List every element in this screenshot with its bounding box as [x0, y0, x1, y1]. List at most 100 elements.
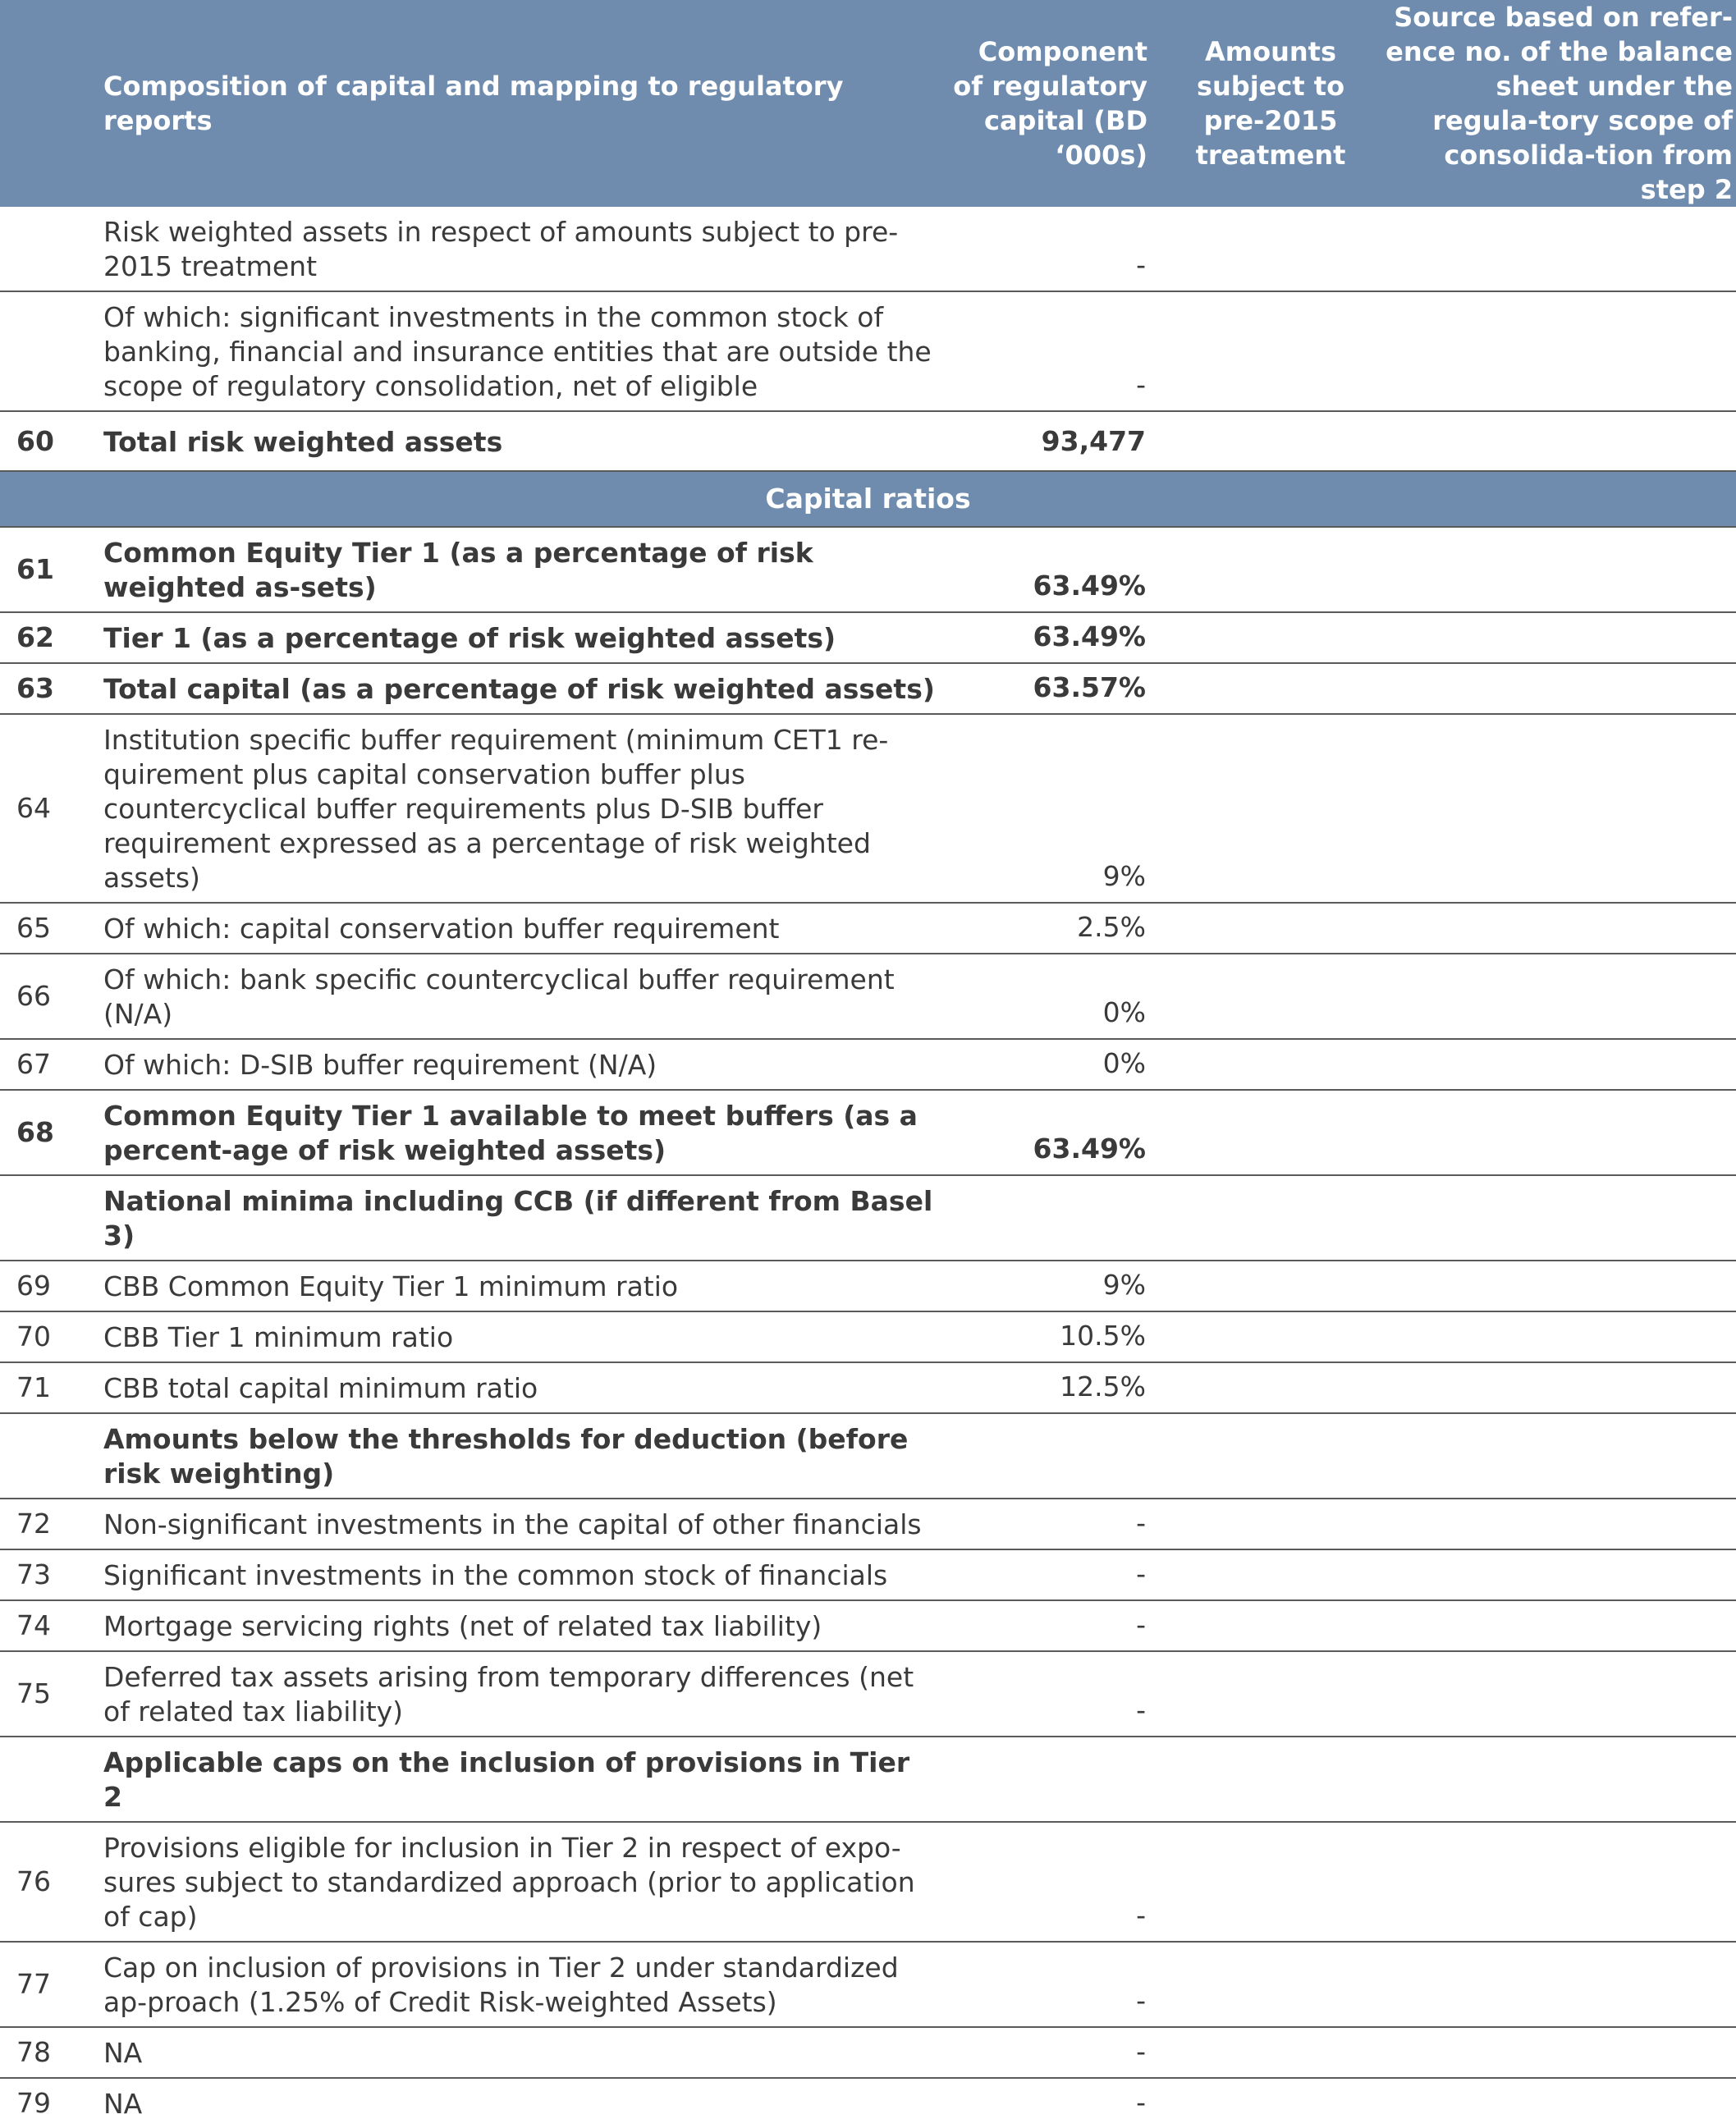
row-number: 64	[0, 714, 90, 904]
row-component-value: 63.49%	[952, 527, 1162, 613]
row-description: Mortgage servicing rights (net of relate…	[90, 1600, 952, 1652]
row-description: Common Equity Tier 1 (as a percentage of…	[90, 527, 952, 613]
row-number: 74	[0, 1600, 90, 1652]
row-source-cell	[1384, 1499, 1736, 1550]
row-amounts-cell	[1162, 1822, 1384, 1943]
table-row: 75 Deferred tax assets arising from temp…	[0, 1651, 1736, 1737]
row-source-cell	[1384, 954, 1736, 1040]
row-amounts-cell	[1162, 663, 1384, 715]
table-row: 79 NA -	[0, 2078, 1736, 2128]
row-number: 79	[16, 2087, 51, 2119]
row-description: Deferred tax assets arising from tempora…	[90, 1651, 952, 1737]
row-component-value: -	[952, 1499, 1162, 1550]
row-description: Non-significant investments in the capit…	[90, 1499, 952, 1550]
row-source-cell	[1384, 714, 1736, 904]
row-amounts-cell	[1162, 1499, 1384, 1550]
row-component-value: -	[952, 2027, 1162, 2079]
row-source-cell	[1384, 527, 1736, 613]
row-amounts-cell	[1162, 527, 1384, 613]
row-description: Institution specific buffer requirement …	[90, 714, 952, 904]
row-amounts-cell	[1162, 1039, 1384, 1091]
header-number	[0, 0, 90, 207]
header-amounts: Amounts subject to pre-2015 treatment	[1162, 0, 1384, 207]
header-component: Component of regulatory capital (BD ‘000…	[952, 0, 1162, 207]
row-number	[0, 1413, 90, 1499]
subheading-row: Applicable caps on the inclusion of prov…	[0, 1737, 1736, 1823]
row-number: 71	[0, 1362, 90, 1414]
row-component-value: 10.5%	[952, 1311, 1162, 1363]
row-amounts-cell	[1162, 1175, 1384, 1261]
table-row: 66 Of which: bank specific countercyclic…	[0, 954, 1736, 1040]
row-component-value: -	[1136, 2086, 1146, 2118]
row-description: Common Equity Tier 1 available to meet b…	[90, 1090, 952, 1176]
row-source-cell	[1384, 1651, 1736, 1737]
row-description: CBB total capital minimum ratio	[90, 1362, 952, 1414]
row-number	[0, 291, 90, 412]
table-row: Of which: significant investments in the…	[0, 291, 1736, 412]
row-component-value: -	[952, 207, 1162, 292]
row-number: 61	[0, 527, 90, 613]
row-number	[0, 207, 90, 292]
row-description: Applicable caps on the inclusion of prov…	[90, 1737, 952, 1823]
row-component-value: -	[952, 1942, 1162, 2028]
row-description: Risk weighted assets in respect of amoun…	[90, 207, 952, 292]
row-number: 65	[0, 903, 90, 954]
table-row: 62 Tier 1 (as a percentage of risk weigh…	[0, 612, 1736, 664]
row-component-value: 63.57%	[952, 663, 1162, 715]
row-component-value	[952, 1175, 1162, 1261]
row-amounts-cell	[1162, 1737, 1384, 1823]
subheading-row: Amounts below the thresholds for deducti…	[0, 1413, 1736, 1499]
row-description: Total capital (as a percentage of risk w…	[90, 663, 952, 715]
row-number: 75	[0, 1651, 90, 1737]
table-row: Risk weighted assets in respect of amoun…	[0, 207, 1736, 292]
header-source: Source based on refer-ence no. of the ba…	[1384, 0, 1736, 207]
table-row: 63 Total capital (as a percentage of ris…	[0, 663, 1736, 715]
table-row: 77 Cap on inclusion of provisions in Tie…	[0, 1942, 1736, 2028]
row-number: 73	[0, 1549, 90, 1601]
row-component-value: 0%	[952, 1039, 1162, 1091]
row-description: Of which: D-SIB buffer requirement (N/A)	[90, 1039, 952, 1091]
row-number: 60	[0, 411, 90, 472]
row-source-cell	[1384, 207, 1736, 292]
row-component-value: 9%	[952, 1261, 1162, 1312]
row-description: Cap on inclusion of provisions in Tier 2…	[90, 1942, 952, 2028]
row-description: Of which: bank specific countercyclical …	[90, 954, 952, 1040]
row-description: National minima including CCB (if differ…	[90, 1175, 952, 1261]
row-description: Total risk weighted assets	[90, 411, 952, 472]
row-component-value: 93,477	[952, 411, 1162, 472]
row-component-value: -	[952, 1549, 1162, 1601]
table-row: 74 Mortgage servicing rights (net of rel…	[0, 1600, 1736, 1652]
row-amounts-cell	[1162, 903, 1384, 954]
row-source-cell	[1384, 1261, 1736, 1312]
table-row: 78 NA -	[0, 2027, 1736, 2079]
row-source-cell	[1384, 1822, 1736, 1943]
row-component-value: 63.49%	[952, 612, 1162, 664]
row-source-cell	[1384, 1737, 1736, 1823]
row-component-value: 12.5%	[952, 1362, 1162, 1414]
row-source-cell	[1384, 1039, 1736, 1091]
row-source-cell	[1384, 411, 1736, 472]
row-amounts-cell	[1162, 291, 1384, 412]
row-component-value: -	[952, 1600, 1162, 1652]
row-description: Of which: capital conservation buffer re…	[90, 903, 952, 954]
row-source-cell	[1384, 612, 1736, 664]
row-number: 67	[0, 1039, 90, 1091]
row-source-cell	[1384, 291, 1736, 412]
row-number: 62	[0, 612, 90, 664]
table-row: 76 Provisions eligible for inclusion in …	[0, 1822, 1736, 1943]
row-component-value: 2.5%	[952, 903, 1162, 954]
row-amounts-cell	[1162, 1090, 1384, 1176]
table-row: 60 Total risk weighted assets 93,477	[0, 411, 1736, 472]
row-description: NA	[103, 2088, 143, 2120]
table-row: 71 CBB total capital minimum ratio 12.5%	[0, 1362, 1736, 1414]
row-amounts-cell	[1162, 1311, 1384, 1363]
table-row: 65 Of which: capital conservation buffer…	[0, 903, 1736, 954]
row-description: Tier 1 (as a percentage of risk weighted…	[90, 612, 952, 664]
row-amounts-cell	[1162, 1413, 1384, 1499]
row-amounts-cell	[1162, 954, 1384, 1040]
capital-composition-table: Composition of capital and mapping to re…	[0, 0, 1736, 2128]
row-description: Of which: significant investments in the…	[90, 291, 952, 412]
row-amounts-cell	[1162, 2027, 1384, 2079]
row-amounts-cell	[1162, 2078, 1384, 2128]
row-number	[0, 1175, 90, 1261]
